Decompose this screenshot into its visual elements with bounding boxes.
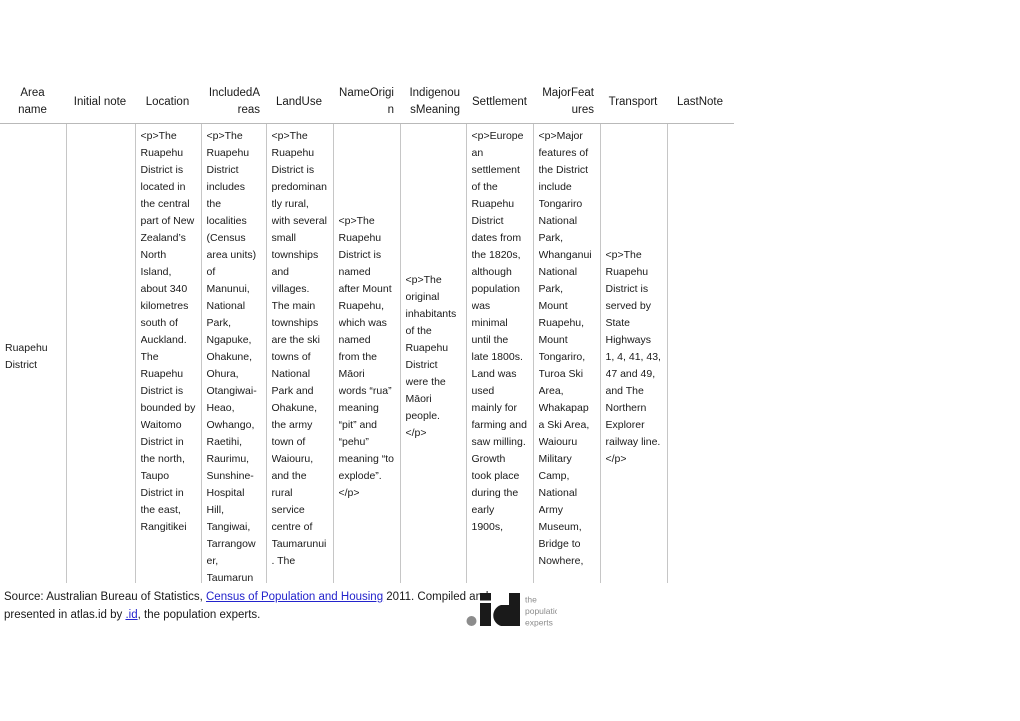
dot-id-link[interactable]: .id xyxy=(125,609,137,621)
cell-area-name: Ruapehu District xyxy=(0,123,67,583)
logo-letter-d-bowl xyxy=(493,605,509,626)
column-header-land-use: LandUse xyxy=(266,82,333,124)
cell-land-use: <p>The Ruapehu District is predominantly… xyxy=(265,123,334,583)
cell-major-features: <p>Major features of the District includ… xyxy=(532,123,601,583)
cell-land-use-text: <p>The Ruapehu District is predominantly… xyxy=(271,130,327,567)
id-logo-graphic: the population experts xyxy=(466,593,557,628)
cell-location-text: <p>The Ruapehu District is located in th… xyxy=(140,130,196,533)
column-header-indigenous-meaning: IndigenousMeaning xyxy=(400,82,466,124)
cell-settlement: <p>European settlement of the Ruapehu Di… xyxy=(465,123,534,583)
table-header-row: Area name Initial note Location Included… xyxy=(0,82,734,124)
id-logo: the population experts xyxy=(465,592,557,630)
column-header-transport: Transport xyxy=(600,82,667,124)
cell-last-note xyxy=(666,123,734,583)
cell-transport: <p>The Ruapehu District is served by Sta… xyxy=(599,123,668,583)
table-row: Ruapehu District <p>The Ruapehu District… xyxy=(0,123,734,583)
cell-major-features-text: <p>Major features of the District includ… xyxy=(538,130,592,567)
logo-tagline-line3: experts xyxy=(525,618,553,628)
logo-tagline-line2: population xyxy=(525,606,557,616)
logo-dot-icon xyxy=(466,616,477,626)
cell-name-origin-text: <p>The Ruapehu District is named after M… xyxy=(338,214,394,499)
document-page: Area name Initial note Location Included… xyxy=(0,0,1020,721)
cell-name-origin: <p>The Ruapehu District is named after M… xyxy=(332,123,401,583)
column-header-initial-note: Initial note xyxy=(66,82,135,124)
census-of-population-and-housing-link[interactable]: Census of Population and Housing xyxy=(206,591,383,603)
cell-transport-text: <p>The Ruapehu District is served by Sta… xyxy=(605,248,661,465)
logo-letter-i-tittle xyxy=(480,593,491,601)
column-header-area-name: Area name xyxy=(0,82,66,124)
source-suffix-text: , the population experts. xyxy=(137,609,261,621)
source-prefix-text: Source: Australian Bureau of Statistics, xyxy=(4,591,206,603)
column-header-settlement: Settlement xyxy=(466,82,533,124)
source-footer: Source: Australian Bureau of Statistics,… xyxy=(4,588,524,624)
cell-settlement-text: <p>European settlement of the Ruapehu Di… xyxy=(471,130,527,533)
column-header-location: Location xyxy=(135,82,201,124)
logo-tagline-line1: the xyxy=(525,595,537,605)
cell-indigenous-meaning: <p>The original inhabitants of the Ruape… xyxy=(399,123,467,583)
logo-letter-i-stem xyxy=(480,603,491,626)
data-table-container: Area name Initial note Location Included… xyxy=(0,82,734,583)
table-body: Ruapehu District <p>The Ruapehu District… xyxy=(0,123,734,583)
column-header-included-areas: IncludedAreas xyxy=(201,82,266,124)
table-header: Area name Initial note Location Included… xyxy=(0,82,734,124)
cell-included-areas: <p>The Ruapehu District includes the loc… xyxy=(200,123,267,583)
cell-area-name-text: Ruapehu District xyxy=(5,342,48,371)
cell-indigenous-meaning-text: <p>The original inhabitants of the Ruape… xyxy=(405,274,457,439)
logo-letter-d-stem xyxy=(509,593,520,626)
cell-included-areas-text: <p>The Ruapehu District includes the loc… xyxy=(206,130,257,583)
column-header-last-note: LastNote xyxy=(667,82,734,124)
column-header-name-origin: NameOrigin xyxy=(333,82,400,124)
cell-initial-note xyxy=(65,123,136,583)
column-header-major-features: MajorFeatures xyxy=(533,82,600,124)
district-profile-table: Area name Initial note Location Included… xyxy=(0,82,734,583)
cell-location: <p>The Ruapehu District is located in th… xyxy=(134,123,202,583)
